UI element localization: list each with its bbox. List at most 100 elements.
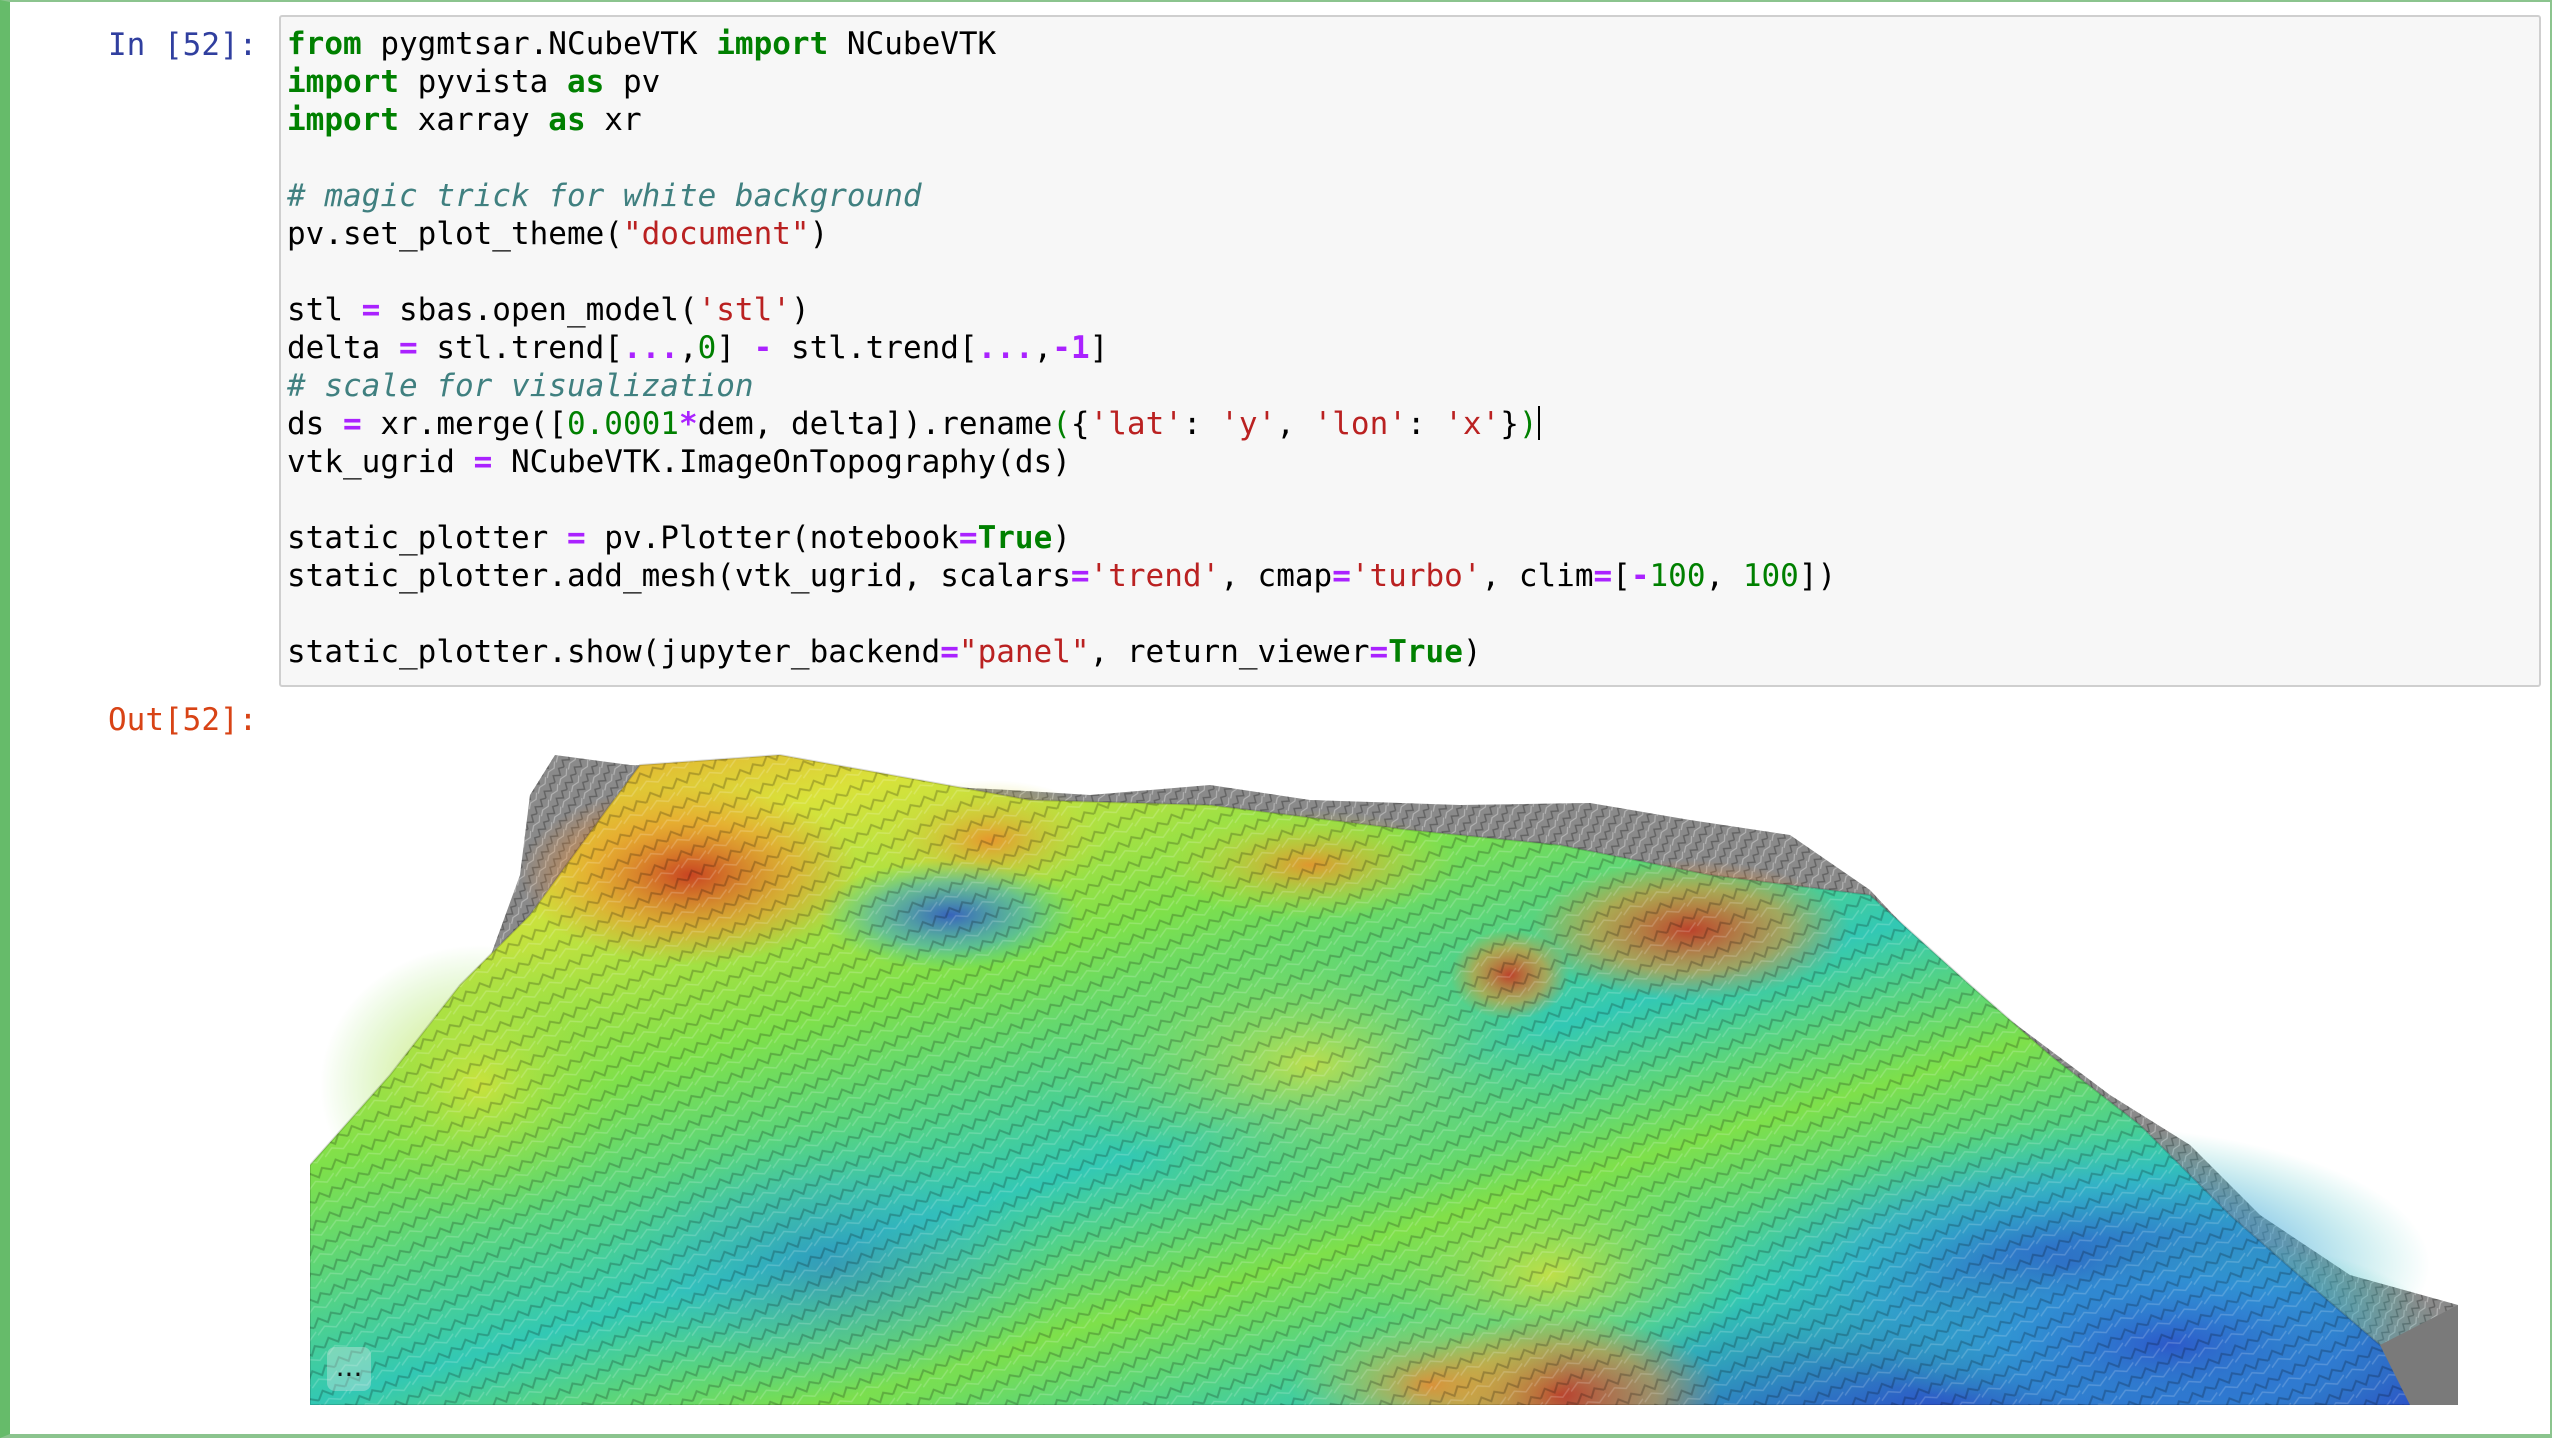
code-line[interactable]: static_plotter.show(jupyter_backend="pan… — [287, 634, 1482, 670]
code-token: import — [287, 102, 399, 138]
output-prompt: Out[52]: — [108, 702, 258, 738]
code-token: as — [566, 64, 605, 100]
code-token: = — [566, 520, 586, 556]
code-token: xarray — [398, 102, 549, 138]
code-token: 'stl' — [697, 292, 791, 328]
code-token: * — [678, 406, 698, 442]
code-token: , cmap — [1220, 558, 1333, 594]
code-token: ) — [1462, 634, 1482, 670]
code-content[interactable]: from pygmtsar.NCubeVTK import NCubeVTK i… — [287, 25, 1836, 671]
code-token: -1 — [1052, 330, 1090, 366]
code-token: stl — [287, 292, 362, 328]
code-token: static_plotter.add_mesh(vtk_ugrid, scala… — [287, 558, 1071, 594]
code-token: = — [1332, 558, 1351, 594]
code-token: = — [473, 444, 493, 480]
code-token: 'lat' — [1089, 406, 1183, 442]
code-line[interactable]: stl = sbas.open_model('stl') — [287, 292, 810, 328]
code-token: ... — [977, 330, 1034, 366]
code-token: - — [753, 330, 773, 366]
text-cursor — [1537, 406, 1540, 440]
code-token: 'turbo' — [1350, 558, 1482, 594]
code-token: ) — [1518, 406, 1538, 442]
input-prompt: In [52]: — [108, 27, 258, 63]
code-token: "document" — [622, 216, 810, 252]
code-token: import — [716, 26, 829, 62]
code-token: xr.merge([ — [361, 406, 567, 442]
code-token: , return_viewer — [1089, 634, 1370, 670]
code-token: True — [1388, 634, 1463, 670]
code-token: ) — [790, 292, 810, 328]
code-token: 100 — [1742, 558, 1799, 594]
code-token: pyvista — [398, 64, 567, 100]
code-line[interactable]: static_plotter = pv.Plotter(notebook=Tru… — [287, 520, 1071, 556]
code-token: , — [1276, 406, 1314, 442]
code-line[interactable]: pv.set_plot_theme("document") — [287, 216, 828, 252]
code-token: ]) — [1798, 558, 1837, 594]
code-token: - — [1630, 558, 1650, 594]
code-line[interactable]: delta = stl.trend[..., 0] - stl.trend[...… — [287, 330, 1108, 366]
code-token: pv.set_plot_theme( — [287, 216, 623, 252]
code-token: ) — [1052, 520, 1071, 556]
code-token: # scale for visualization — [287, 368, 754, 404]
code-token: static_plotter.show(jupyter_backend — [287, 634, 941, 670]
code-token: stl.trend[ — [417, 330, 623, 366]
code-token: pygmtsar.NCubeVTK — [361, 26, 717, 62]
viewer-menu-button[interactable]: ... — [327, 1347, 371, 1391]
code-token: delta — [287, 330, 399, 366]
code-token: "panel" — [958, 634, 1090, 670]
code-token: 'x' — [1444, 406, 1501, 442]
code-token: sbas.open_model( — [380, 292, 698, 328]
code-token: 'trend' — [1089, 558, 1221, 594]
code-token: ] — [1089, 330, 1109, 366]
code-token: dem, delta]).rename — [697, 406, 1053, 442]
code-token: , — [1705, 558, 1743, 594]
code-token: static_plotter — [287, 520, 567, 556]
code-token: } — [1500, 406, 1519, 442]
code-token: # magic trick for white background — [287, 178, 922, 214]
code-token: pv — [604, 64, 661, 100]
code-line[interactable]: ds = xr.merge([0.0001*dem, delta]).renam… — [287, 406, 1540, 442]
code-token: NCubeVTK — [828, 26, 997, 62]
code-token: = — [940, 634, 959, 670]
code-token: = — [1070, 558, 1090, 594]
code-token: vtk_ugrid — [287, 444, 474, 480]
code-token: 0 — [697, 330, 717, 366]
trend-surface — [310, 753, 2458, 1405]
code-line[interactable]: # magic trick for white background — [287, 178, 922, 214]
code-token: = — [343, 406, 362, 442]
code-token: xr — [585, 102, 642, 138]
code-line[interactable]: vtk_ugrid = NCubeVTK.ImageOnTopography(d… — [287, 444, 1071, 480]
code-token: ds — [287, 406, 343, 442]
code-token: = — [1593, 558, 1613, 594]
code-line[interactable]: from pygmtsar.NCubeVTK import NCubeVTK — [287, 26, 996, 62]
code-token: , clim — [1481, 558, 1594, 594]
code-token: , — [1033, 330, 1053, 366]
code-token: { — [1070, 406, 1090, 442]
code-token: = — [398, 330, 418, 366]
code-token: = — [361, 292, 381, 328]
code-token: pv.Plotter(notebook — [585, 520, 959, 556]
code-token: = — [958, 520, 978, 556]
code-token: 'lon' — [1313, 406, 1407, 442]
pyvista-3d-viewer[interactable] — [310, 745, 2458, 1405]
code-token: : — [1406, 406, 1445, 442]
code-token: = — [1369, 634, 1389, 670]
code-line[interactable]: # scale for visualization — [287, 368, 754, 404]
code-token: : — [1182, 406, 1221, 442]
code-line[interactable]: import pyvista as pv — [287, 64, 660, 100]
code-token: stl.trend[ — [772, 330, 978, 366]
code-token: ] — [716, 330, 754, 366]
code-token: ( — [1052, 406, 1071, 442]
code-token: 100 — [1649, 558, 1706, 594]
code-token: ... — [622, 330, 679, 366]
code-token: from — [287, 26, 362, 62]
code-token: 'y' — [1220, 406, 1277, 442]
code-token: import — [287, 64, 399, 100]
code-token: NCubeVTK.ImageOnTopography(ds) — [492, 444, 1071, 480]
code-line[interactable]: import xarray as xr — [287, 102, 642, 138]
code-token: as — [548, 102, 586, 138]
code-line[interactable]: static_plotter.add_mesh(vtk_ugrid, scala… — [287, 558, 1836, 594]
code-token: [ — [1612, 558, 1631, 594]
code-token: 0.0001 — [566, 406, 679, 442]
code-token: True — [977, 520, 1053, 556]
